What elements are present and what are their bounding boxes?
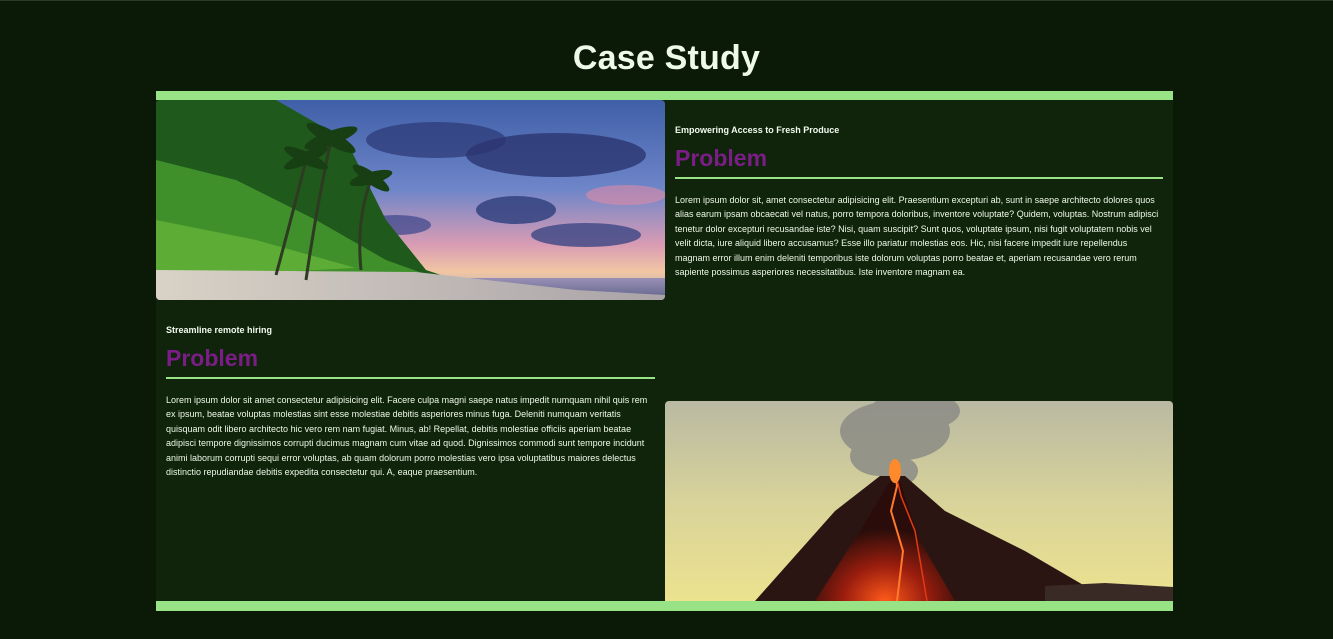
problem-heading: Problem <box>166 345 259 371</box>
case-study-container: Empowering Access to Fresh Produce Probl… <box>156 91 1173 611</box>
tropical-beach-sunset-image <box>156 100 665 300</box>
page-title: Case Study <box>572 39 761 77</box>
case-subtitle: Streamline remote hiring <box>166 325 273 335</box>
case-description: Lorem ipsum dolor sit amet consectetur a… <box>166 395 648 478</box>
problem-heading: Problem <box>675 145 768 171</box>
erupting-volcano-image <box>665 401 1173 601</box>
case-study-block: Empowering Access to Fresh Produce Probl… <box>675 125 1163 279</box>
case-subtitle: Empowering Access to Fresh Produce <box>675 125 840 135</box>
case-study-block: Streamline remote hiring Problem Lorem i… <box>166 325 655 479</box>
section-divider <box>675 177 1163 179</box>
section-divider <box>166 377 655 379</box>
case-description: Lorem ipsum dolor sit, amet consectetur … <box>675 195 1159 278</box>
